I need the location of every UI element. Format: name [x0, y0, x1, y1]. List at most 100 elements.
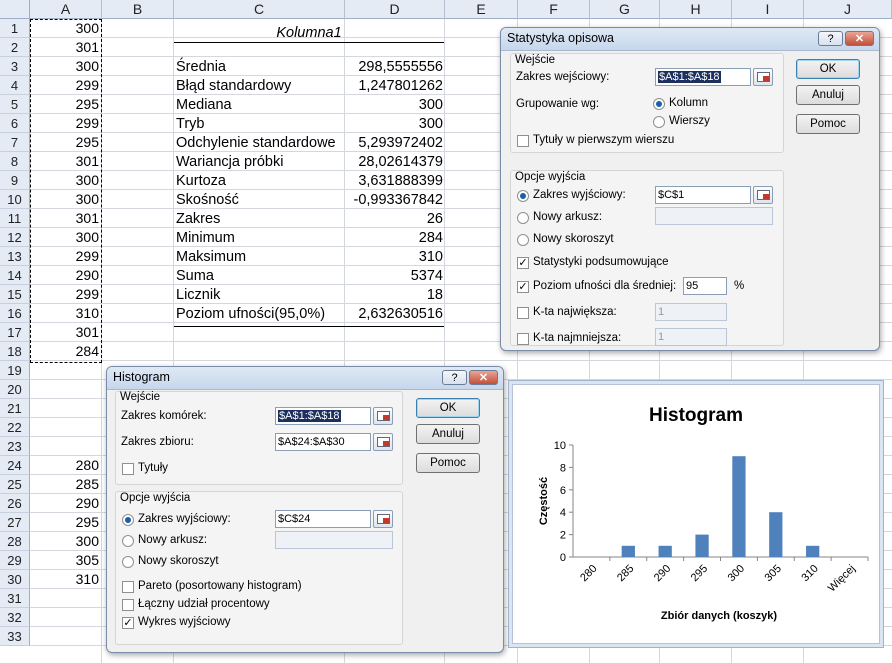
row-header[interactable]: 31 [0, 589, 30, 608]
column-header[interactable]: E [445, 0, 518, 19]
row-header[interactable]: 19 [0, 361, 30, 380]
range-selector-icon[interactable] [373, 510, 393, 528]
row-header[interactable]: 5 [0, 95, 30, 114]
range-selector-icon[interactable] [753, 186, 773, 204]
row-header[interactable]: 18 [0, 342, 30, 361]
new-sheet-label[interactable]: Nowy arkusz: [533, 211, 602, 223]
cancel-button[interactable]: Anuluj [796, 85, 860, 105]
row-header[interactable]: 30 [0, 570, 30, 589]
radio-output-range[interactable] [517, 190, 529, 202]
stat-value[interactable]: 300 [345, 115, 443, 134]
help-icon[interactable]: ? [442, 370, 467, 385]
labels-first-row-checkbox[interactable] [517, 135, 529, 147]
row-header[interactable]: 10 [0, 190, 30, 209]
radio-output-range[interactable] [122, 514, 134, 526]
row-header[interactable]: 32 [0, 608, 30, 627]
confidence-checkbox[interactable]: ✓ [517, 281, 529, 293]
column-header[interactable]: A [30, 0, 102, 19]
row-header[interactable]: 6 [0, 114, 30, 133]
row-header[interactable]: 2 [0, 38, 30, 57]
column-header[interactable]: J [804, 0, 892, 19]
kth-largest-checkbox[interactable] [517, 307, 529, 319]
bin-cell[interactable]: 285 [31, 475, 101, 494]
select-all-corner[interactable] [0, 0, 30, 19]
dialog-titlebar[interactable]: Statystyka opisowa ? ✕ [501, 28, 879, 51]
stat-value[interactable]: 3,631888399 [345, 172, 443, 191]
row-header[interactable]: 22 [0, 418, 30, 437]
row-header[interactable]: 12 [0, 228, 30, 247]
bin-cell[interactable]: 280 [31, 456, 101, 475]
new-workbook-label[interactable]: Nowy skoroszyt [138, 555, 219, 567]
radio-new-workbook[interactable] [122, 556, 134, 568]
bin-cell[interactable]: 310 [31, 570, 101, 589]
grouping-rows-label[interactable]: Wierszy [669, 115, 710, 127]
bin-cell[interactable]: 290 [31, 494, 101, 513]
row-header[interactable]: 13 [0, 247, 30, 266]
stat-value[interactable]: 284 [345, 229, 443, 248]
bin-cell[interactable]: 300 [31, 532, 101, 551]
close-icon[interactable]: ✕ [469, 370, 498, 385]
stat-label[interactable]: Skośność [176, 191, 239, 210]
range-selector-icon[interactable] [753, 68, 773, 86]
pareto-checkbox[interactable] [122, 581, 134, 593]
stat-label[interactable]: Poziom ufności(95,0%) [176, 305, 325, 324]
row-header[interactable]: 15 [0, 285, 30, 304]
stat-value[interactable]: 2,632630516 [345, 305, 443, 324]
stat-label[interactable]: Minimum [176, 229, 235, 248]
row-header[interactable]: 26 [0, 494, 30, 513]
row-header[interactable]: 33 [0, 627, 30, 646]
radio-new-sheet[interactable] [122, 535, 134, 547]
stat-label[interactable]: Maksimum [176, 248, 246, 267]
kth-smallest-field[interactable]: 1 [655, 328, 727, 346]
stat-label[interactable]: Kurtoza [176, 172, 226, 191]
stat-label[interactable]: Średnia [176, 58, 226, 77]
kth-largest-field[interactable]: 1 [655, 303, 727, 321]
row-header[interactable]: 1 [0, 19, 30, 38]
histogram-chart[interactable]: Histogram Częstość Zbiór danych (koszyk) 0 2… [512, 384, 880, 644]
row-header[interactable]: 28 [0, 532, 30, 551]
row-header[interactable]: 23 [0, 437, 30, 456]
output-range-field[interactable]: $C$24 [275, 510, 371, 528]
cumulative-checkbox[interactable] [122, 599, 134, 611]
input-range-field[interactable]: $A$1:$A$18 [655, 68, 751, 86]
bin-cell[interactable]: 305 [31, 551, 101, 570]
output-range-label[interactable]: Zakres wyjściowy: [138, 513, 231, 525]
summary-stats-label[interactable]: Statystyki podsumowujące [533, 256, 669, 268]
stat-value[interactable]: 300 [345, 96, 443, 115]
kth-largest-label[interactable]: K-ta największa: [533, 306, 617, 318]
new-sheet-label[interactable]: Nowy arkusz: [138, 534, 207, 546]
stat-label[interactable]: Mediana [176, 96, 232, 115]
column-header[interactable]: H [660, 0, 732, 19]
column-header[interactable]: F [518, 0, 590, 19]
input-range-field[interactable]: $A$1:$A$18 [275, 407, 371, 425]
cumulative-label[interactable]: Łączny udział procentowy [138, 598, 270, 610]
row-header[interactable]: 4 [0, 76, 30, 95]
bin-cell[interactable]: 295 [31, 513, 101, 532]
close-icon[interactable]: ✕ [845, 31, 874, 46]
stat-value[interactable]: 18 [345, 286, 443, 305]
column-header[interactable]: G [590, 0, 660, 19]
stats-header[interactable]: Kolumna1 [174, 24, 444, 43]
stat-value[interactable]: 298,5555556 [345, 58, 443, 77]
stat-value[interactable]: 310 [345, 248, 443, 267]
stat-value[interactable]: 28,02614379 [345, 153, 443, 172]
ok-button[interactable]: OK [796, 59, 860, 79]
row-header[interactable]: 20 [0, 380, 30, 399]
row-header[interactable]: 25 [0, 475, 30, 494]
confidence-field[interactable]: 95 [683, 277, 727, 295]
summary-stats-checkbox[interactable]: ✓ [517, 257, 529, 269]
dialog-titlebar[interactable]: Histogram ? ✕ [107, 367, 503, 390]
help-icon[interactable]: ? [818, 31, 843, 46]
help-button[interactable]: Pomoc [796, 114, 860, 134]
column-header[interactable]: C [174, 0, 345, 19]
row-header[interactable]: 16 [0, 304, 30, 323]
chart-output-checkbox[interactable]: ✓ [122, 617, 134, 629]
new-workbook-label[interactable]: Nowy skoroszyt [533, 233, 614, 245]
stat-value[interactable]: 1,247801262 [345, 77, 443, 96]
labels-checkbox[interactable] [122, 463, 134, 475]
radio-group-rows[interactable] [653, 116, 665, 128]
radio-new-sheet[interactable] [517, 212, 529, 224]
row-header[interactable]: 17 [0, 323, 30, 342]
row-header[interactable]: 21 [0, 399, 30, 418]
stat-value[interactable]: 5374 [345, 267, 443, 286]
